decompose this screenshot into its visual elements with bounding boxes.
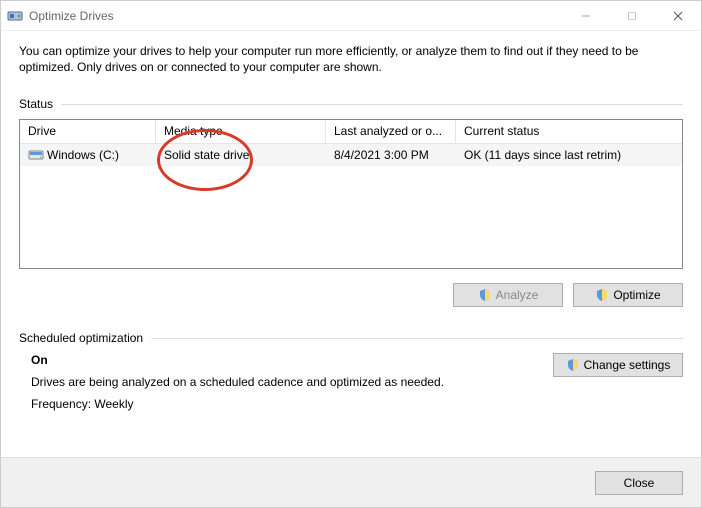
intro-text: You can optimize your drives to help you… [19, 43, 683, 75]
content-area: You can optimize your drives to help you… [1, 31, 701, 457]
optimize-drives-window: Optimize Drives You can optimize your dr… [0, 0, 702, 508]
close-window-button[interactable] [655, 1, 701, 30]
close-button[interactable]: Close [595, 471, 683, 495]
scheduled-text: On Drives are being analyzed on a schedu… [19, 353, 553, 419]
analyze-button[interactable]: Analyze [453, 283, 563, 307]
column-header-current-status[interactable]: Current status [456, 120, 682, 143]
divider [61, 104, 683, 105]
drive-list-header: Drive Media type Last analyzed or o... C… [20, 120, 682, 144]
optimize-label: Optimize [613, 288, 660, 302]
analyze-label: Analyze [496, 288, 539, 302]
maximize-button[interactable] [609, 1, 655, 30]
status-section-label: Status [19, 97, 683, 111]
current-status-cell: OK (11 days since last retrim) [456, 148, 682, 162]
column-header-drive[interactable]: Drive [20, 120, 156, 143]
titlebar: Optimize Drives [1, 1, 701, 31]
drive-list[interactable]: Drive Media type Last analyzed or o... C… [19, 119, 683, 269]
shield-icon [595, 288, 609, 302]
media-type-cell: Solid state drive [156, 148, 326, 162]
drive-row[interactable]: Windows (C:) Solid state drive 8/4/2021 … [20, 144, 682, 166]
drive-buttons-row: Analyze Optimize [19, 283, 683, 307]
scheduled-label-text: Scheduled optimization [19, 331, 143, 345]
divider [151, 338, 683, 339]
scheduled-frequency: Frequency: Weekly [31, 397, 553, 411]
change-settings-label: Change settings [584, 358, 671, 372]
shield-icon [566, 358, 580, 372]
drive-icon [28, 148, 44, 162]
close-label: Close [624, 476, 655, 490]
scheduled-optimization-section: Scheduled optimization On Drives are bei… [19, 331, 683, 419]
scheduled-body: On Drives are being analyzed on a schedu… [19, 353, 683, 419]
scheduled-description: Drives are being analyzed on a scheduled… [31, 375, 553, 389]
column-header-last-analyzed[interactable]: Last analyzed or o... [326, 120, 456, 143]
app-icon [7, 8, 23, 24]
window-controls [563, 1, 701, 30]
drive-name: Windows (C:) [47, 148, 119, 162]
shield-icon [478, 288, 492, 302]
drive-cell: Windows (C:) [20, 148, 156, 162]
last-analyzed-cell: 8/4/2021 3:00 PM [326, 148, 456, 162]
minimize-button[interactable] [563, 1, 609, 30]
column-header-media-type[interactable]: Media type [156, 120, 326, 143]
change-settings-button[interactable]: Change settings [553, 353, 683, 377]
bottom-bar: Close [1, 457, 701, 507]
scheduled-on-label: On [31, 353, 553, 367]
scheduled-section-label: Scheduled optimization [19, 331, 683, 345]
optimize-button[interactable]: Optimize [573, 283, 683, 307]
window-title: Optimize Drives [29, 9, 563, 23]
status-label-text: Status [19, 97, 53, 111]
